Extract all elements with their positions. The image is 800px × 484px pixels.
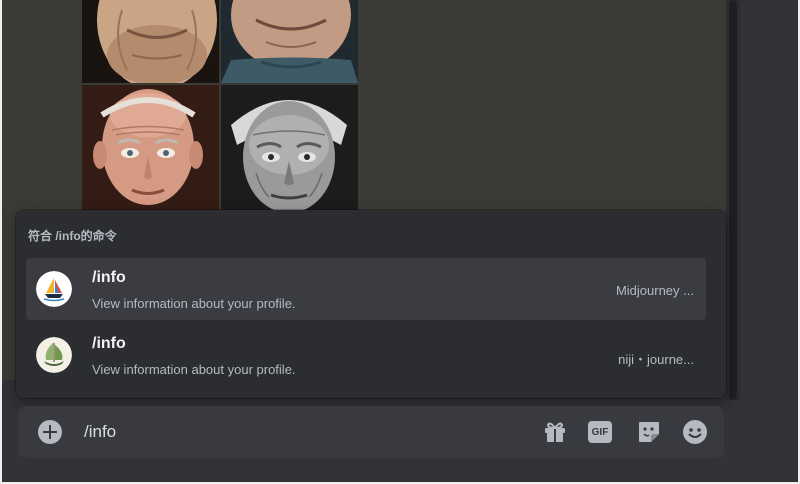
niji-sailboat-icon — [36, 337, 72, 373]
command-autocomplete-popup: 符合 /info的命令 /info View information about… — [16, 210, 726, 398]
image-tile-1[interactable] — [82, 0, 219, 83]
sticker-icon[interactable] — [636, 419, 662, 445]
gif-label: GIF — [588, 421, 612, 443]
autocomplete-header: 符合 /info的命令 — [28, 229, 117, 243]
image-tile-2[interactable] — [221, 0, 358, 83]
message-composer[interactable]: /info GIF — [18, 406, 724, 458]
command-source: Midjourney ... — [615, 283, 694, 298]
message-input[interactable]: /info — [84, 422, 116, 442]
command-source: niji・journe... — [618, 352, 694, 367]
command-description: View information about your profile. — [92, 362, 296, 377]
gif-button[interactable]: GIF — [588, 419, 614, 445]
gift-icon[interactable] — [542, 419, 568, 445]
command-name: /info — [92, 269, 126, 286]
right-rail — [740, 0, 798, 482]
discord-window: 符合 /info的命令 /info View information about… — [2, 0, 798, 482]
command-option-niji[interactable]: /info View information about your profil… — [26, 324, 706, 386]
midjourney-sailboat-icon — [36, 271, 72, 307]
add-attachment-button[interactable] — [38, 420, 62, 444]
emoji-icon[interactable] — [682, 419, 708, 445]
image-tile-3[interactable] — [82, 85, 219, 212]
scrollbar[interactable] — [729, 0, 737, 400]
command-description: View information about your profile. — [92, 296, 296, 311]
image-tile-4[interactable] — [221, 85, 358, 212]
image-grid — [82, 0, 358, 212]
command-option-midjourney[interactable]: /info View information about your profil… — [26, 258, 706, 320]
command-name: /info — [92, 335, 126, 352]
